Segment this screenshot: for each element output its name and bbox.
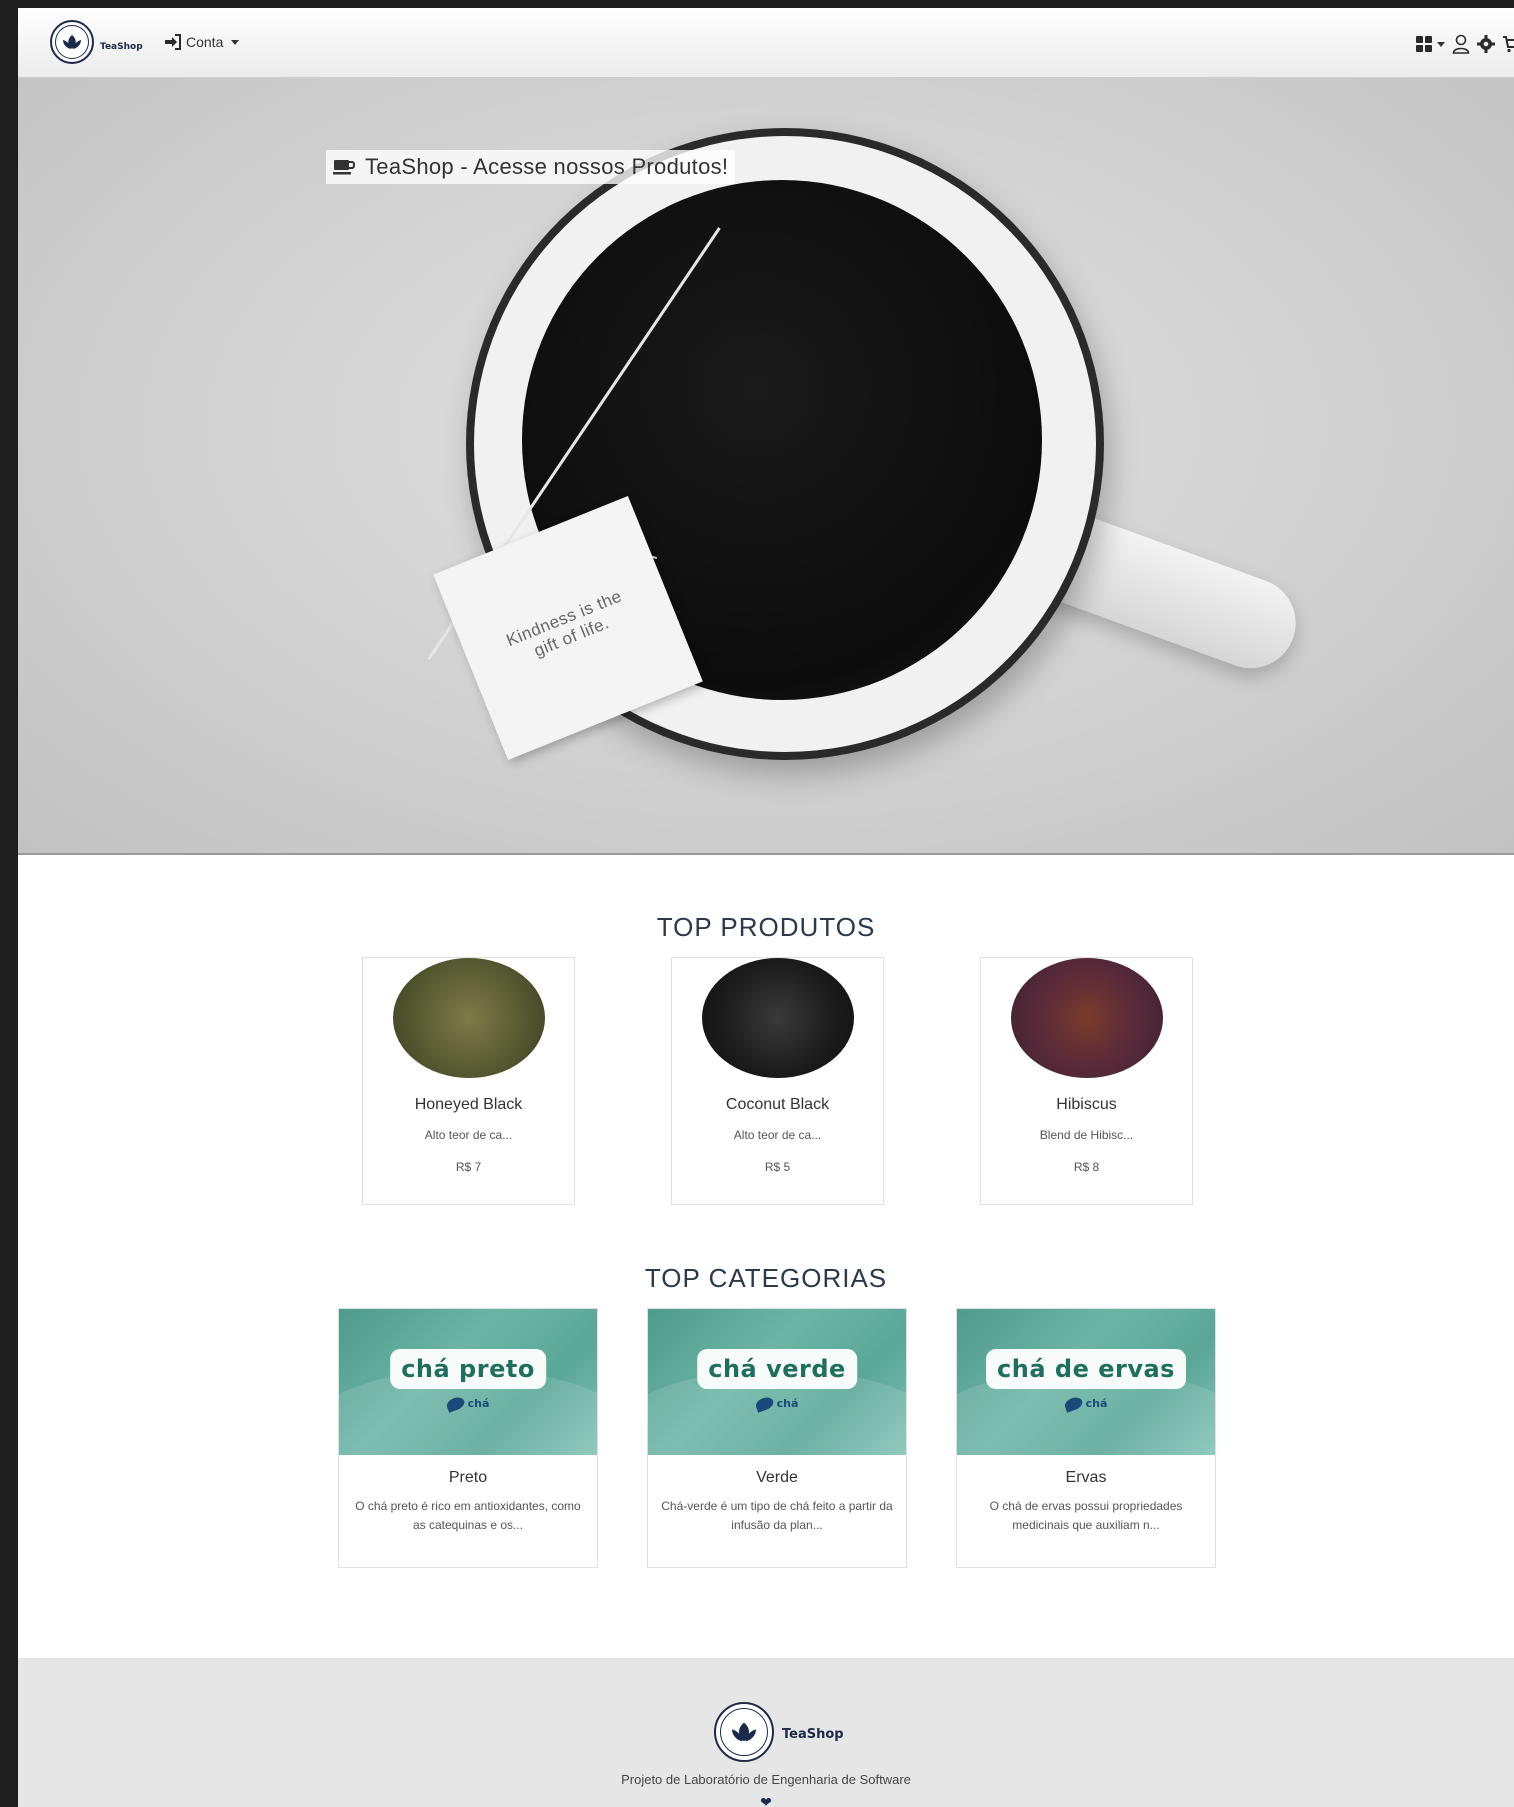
category-card[interactable]: chá verde chá Verde Chá-verde é um tipo … <box>647 1308 907 1568</box>
product-image <box>701 958 854 1078</box>
caret-down-icon <box>1437 41 1445 47</box>
product-description: Alto teor de ca... <box>424 1128 513 1142</box>
product-card[interactable]: Hibiscus Blend de Hibisc... R$ 8 <box>980 957 1193 1205</box>
footer-brand[interactable]: TeaShop <box>714 1702 844 1762</box>
product-description: Alto teor de ca... <box>733 1128 822 1142</box>
product-card[interactable]: Honeyed Black Alto teor de ca... R$ 7 <box>362 957 575 1205</box>
product-price: R$ 7 <box>455 1160 482 1174</box>
hero-cta-text: TeaShop - Acesse nossos Produtos! <box>365 154 729 179</box>
category-card[interactable]: chá de ervas chá Ervas O chá de ervas po… <box>956 1308 1216 1568</box>
category-banner-text: chá preto <box>390 1349 546 1389</box>
product-price: R$ 8 <box>1073 1160 1100 1174</box>
leaf-logo-icon <box>714 1702 774 1762</box>
product-card[interactable]: Coconut Black Alto teor de ca... R$ 5 <box>671 957 884 1205</box>
heart-icon: ❤ <box>760 1794 772 1807</box>
product-name: Hibiscus <box>1056 1096 1117 1113</box>
top-products-title: TOP PRODUTOS <box>656 912 876 942</box>
user-icon[interactable] <box>1452 34 1470 54</box>
category-name: Verde <box>756 1469 798 1486</box>
tea-tag-text: Kindness is the gift of life. <box>503 586 625 661</box>
category-name: Ervas <box>1065 1469 1107 1486</box>
account-dropdown[interactable]: Conta <box>164 34 240 50</box>
caret-down-icon <box>231 39 240 45</box>
top-categories-title: TOP CATEGORIAS <box>644 1263 888 1293</box>
category-image: chá verde chá <box>648 1309 906 1455</box>
category-name: Preto <box>448 1469 488 1486</box>
hero-banner: Kindness is the gift of life. TeaShop - … <box>18 78 1514 855</box>
brand-name: TeaShop <box>100 42 143 52</box>
product-price: R$ 5 <box>764 1160 791 1174</box>
category-description: Chá-verde é um tipo de chá feito a parti… <box>661 1499 893 1533</box>
category-card[interactable]: chá preto chá Preto O chá preto é rico e… <box>338 1308 598 1568</box>
footer: TeaShop Projeto de Laboratório de Engenh… <box>18 1658 1514 1807</box>
footer-text: Projeto de Laboratório de Engenharia de … <box>621 1772 911 1787</box>
nav-actions <box>1416 34 1514 54</box>
footer-brand-name: TeaShop <box>782 1726 844 1742</box>
product-image <box>392 958 545 1078</box>
account-label: Conta <box>186 34 224 50</box>
cha-logo-icon: chá <box>1063 1394 1107 1413</box>
sign-in-icon <box>165 34 181 50</box>
category-description: O chá de ervas possui propriedades medic… <box>989 1499 1183 1533</box>
hero-cta[interactable]: TeaShop - Acesse nossos Produtos! <box>326 150 736 184</box>
product-name: Honeyed Black <box>414 1096 523 1113</box>
gear-icon[interactable] <box>1477 35 1495 53</box>
product-name: Coconut Black <box>725 1096 830 1113</box>
cha-logo-icon: chá <box>754 1394 798 1413</box>
category-image: chá de ervas chá <box>957 1309 1215 1455</box>
cha-logo-icon: chá <box>445 1394 489 1413</box>
product-image <box>1010 958 1163 1078</box>
coffee-cup-icon <box>333 160 355 175</box>
navbar: TeaShop Conta <box>18 8 1514 78</box>
product-description: Blend de Hibisc... <box>1039 1128 1134 1142</box>
category-description: O chá preto é rico em antioxidantes, com… <box>355 1499 581 1533</box>
leaf-logo-icon <box>50 20 94 64</box>
brand-logo[interactable]: TeaShop <box>50 20 143 64</box>
grid-icon <box>1416 36 1432 52</box>
category-image: chá preto chá <box>339 1309 597 1455</box>
category-banner-text: chá de ervas <box>986 1349 1186 1389</box>
apps-dropdown[interactable] <box>1416 36 1445 52</box>
category-banner-text: chá verde <box>697 1349 857 1389</box>
page: TeaShop Conta Kindness is the gift of li… <box>18 8 1514 1807</box>
cart-icon[interactable] <box>1502 35 1514 53</box>
